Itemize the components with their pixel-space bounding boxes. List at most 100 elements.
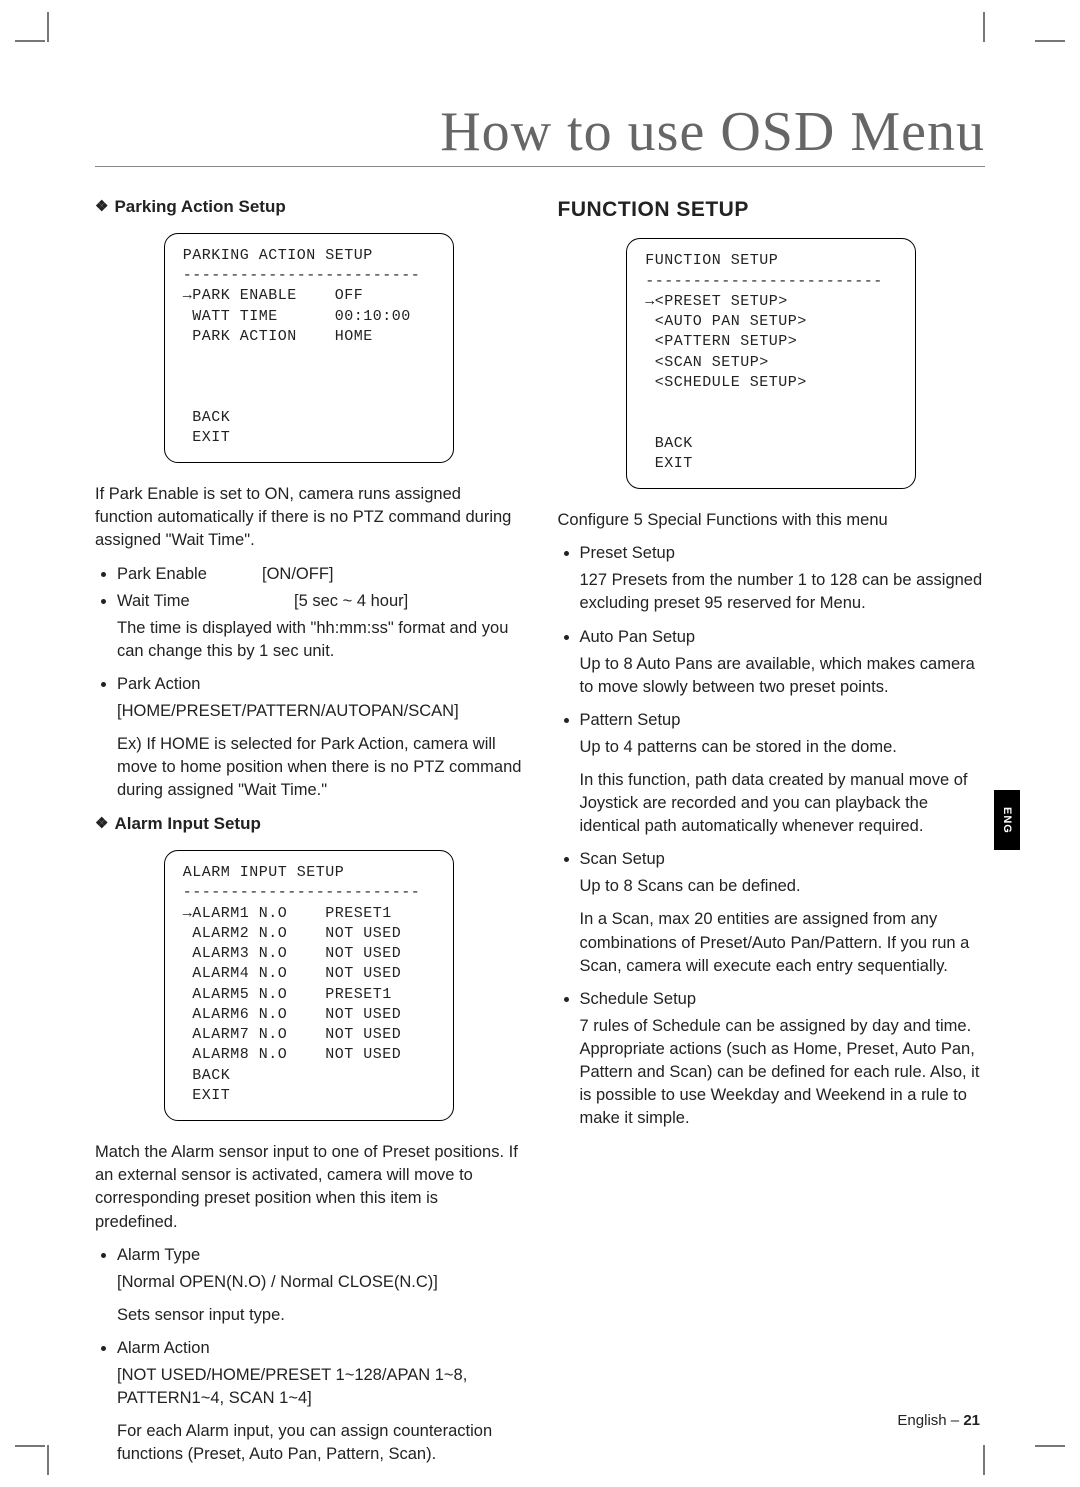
scan-desc-1: Up to 8 Scans can be defined. bbox=[580, 875, 986, 898]
alarm-para: Match the Alarm sensor input to one of P… bbox=[95, 1141, 523, 1233]
osd-value: PRESET1 bbox=[325, 905, 392, 922]
item-label: Alarm Action bbox=[117, 1339, 210, 1357]
list-item: Schedule Setup bbox=[580, 988, 986, 1011]
osd-row: <SCHEDULE SETUP> bbox=[645, 374, 807, 391]
heading-text: Parking Action Setup bbox=[114, 197, 285, 216]
osd-row: <AUTO PAN SETUP> bbox=[645, 313, 807, 330]
osd-value: OFF bbox=[335, 287, 364, 304]
item-value: [5 sec ~ 4 hour] bbox=[262, 590, 523, 613]
parking-osd-box: PARKING ACTION SETUP -------------------… bbox=[164, 233, 454, 464]
function-list: Scan Setup bbox=[558, 848, 986, 871]
content-columns: ❖ Parking Action Setup PARKING ACTION SET… bbox=[95, 195, 985, 1476]
osd-row: →PARK ENABLE OFF bbox=[183, 287, 364, 304]
osd-exit: EXIT bbox=[183, 429, 231, 446]
osd-row: →<PRESET SETUP> bbox=[645, 293, 788, 310]
alarm-action-desc: For each Alarm input, you can assign cou… bbox=[117, 1420, 523, 1466]
item-label: Schedule Setup bbox=[580, 990, 697, 1008]
scan-desc-2: In a Scan, max 20 entities are assigned … bbox=[580, 908, 986, 977]
osd-row: ALARM8 N.O NOT USED bbox=[183, 1046, 402, 1063]
osd-value: NOT USED bbox=[325, 1046, 401, 1063]
pattern-desc-1: Up to 4 patterns can be stored in the do… bbox=[580, 736, 986, 759]
alarm-type-desc: Sets sensor input type. bbox=[117, 1304, 523, 1327]
function-list: Schedule Setup bbox=[558, 988, 986, 1011]
list-item: Park Action bbox=[117, 673, 523, 696]
osd-value: NOT USED bbox=[325, 965, 401, 982]
crop-mark bbox=[47, 12, 49, 42]
osd-row: ALARM4 N.O NOT USED bbox=[183, 965, 402, 982]
preset-desc: 127 Presets from the number 1 to 128 can… bbox=[580, 569, 986, 615]
function-list: Preset Setup bbox=[558, 542, 986, 565]
park-action-opts: [HOME/PRESET/PATTERN/AUTOPAN/SCAN] bbox=[117, 700, 523, 723]
footer-page-number: 21 bbox=[963, 1412, 980, 1429]
page-title: How to use OSD Menu bbox=[95, 100, 985, 164]
osd-label: →PARK ENABLE bbox=[183, 287, 297, 304]
list-item: Preset Setup bbox=[580, 542, 986, 565]
osd-row: →ALARM1 N.O PRESET1 bbox=[183, 905, 392, 922]
osd-row: ALARM7 N.O NOT USED bbox=[183, 1026, 402, 1043]
osd-value: NOT USED bbox=[325, 945, 401, 962]
osd-label: →ALARM1 N.O bbox=[183, 905, 288, 922]
alarm-action-opts: [NOT USED/HOME/PRESET 1~128/APAN 1~8, PA… bbox=[117, 1364, 523, 1410]
list-item: Scan Setup bbox=[580, 848, 986, 871]
osd-row: <SCAN SETUP> bbox=[645, 354, 769, 371]
pattern-desc-2: In this function, path data created by m… bbox=[580, 769, 986, 838]
osd-exit: EXIT bbox=[645, 455, 693, 472]
osd-label: ALARM3 N.O bbox=[183, 945, 288, 962]
function-osd-box: FUNCTION SETUP -------------------------… bbox=[626, 238, 916, 489]
osd-label: WATT TIME bbox=[183, 308, 278, 325]
list-item: Park Enable [ON/OFF] bbox=[117, 563, 523, 586]
osd-label: ALARM6 N.O bbox=[183, 1006, 288, 1023]
function-list: Auto Pan Setup bbox=[558, 626, 986, 649]
parking-list-2: Park Action bbox=[95, 673, 523, 696]
alarm-list: Alarm Type bbox=[95, 1244, 523, 1267]
parking-para: If Park Enable is set to ON, camera runs… bbox=[95, 483, 523, 552]
item-label: Park Enable bbox=[117, 563, 262, 586]
page-footer: English – 21 bbox=[897, 1412, 980, 1429]
language-tab: ENG bbox=[994, 790, 1020, 850]
parking-list: Park Enable [ON/OFF] Wait Time [5 sec ~ … bbox=[95, 563, 523, 613]
page-title-wrap: How to use OSD Menu bbox=[95, 100, 985, 167]
alarm-list-2: Alarm Action bbox=[95, 1337, 523, 1360]
alarm-heading: ❖Alarm Input Setup bbox=[95, 812, 523, 836]
osd-row: ALARM3 N.O NOT USED bbox=[183, 945, 402, 962]
osd-back: BACK bbox=[183, 1067, 231, 1084]
list-item: Auto Pan Setup bbox=[580, 626, 986, 649]
crop-mark bbox=[983, 12, 985, 42]
manual-page: How to use OSD Menu ❖ Parking Action Setu… bbox=[0, 0, 1080, 1487]
osd-back: BACK bbox=[183, 409, 231, 426]
item-label: Wait Time bbox=[117, 590, 262, 613]
crop-mark bbox=[15, 1445, 45, 1447]
osd-row: PARK ACTION HOME bbox=[183, 328, 373, 345]
diamond-icon: ❖ bbox=[95, 813, 108, 834]
item-label: Scan Setup bbox=[580, 850, 665, 868]
osd-row: ALARM2 N.O NOT USED bbox=[183, 925, 402, 942]
osd-value: NOT USED bbox=[325, 925, 401, 942]
osd-value: PRESET1 bbox=[325, 986, 392, 1003]
schedule-desc: 7 rules of Schedule can be assigned by d… bbox=[580, 1015, 986, 1130]
osd-row: WATT TIME 00:10:00 bbox=[183, 308, 411, 325]
autopan-desc: Up to 8 Auto Pans are available, which m… bbox=[580, 653, 986, 699]
alarm-type-opts: [Normal OPEN(N.O) / Normal CLOSE(N.C)] bbox=[117, 1271, 523, 1294]
right-column: FUNCTION SETUP FUNCTION SETUP ----------… bbox=[558, 195, 986, 1476]
osd-exit: EXIT bbox=[183, 1087, 231, 1104]
osd-label: ALARM2 N.O bbox=[183, 925, 288, 942]
crop-mark bbox=[15, 40, 45, 42]
osd-value: NOT USED bbox=[325, 1026, 401, 1043]
osd-label: ALARM8 N.O bbox=[183, 1046, 288, 1063]
crop-mark bbox=[983, 1445, 985, 1475]
parking-heading: ❖ Parking Action Setup bbox=[95, 195, 523, 219]
diamond-icon: ❖ bbox=[95, 196, 108, 217]
osd-sep: ------------------------- bbox=[183, 884, 421, 901]
osd-title: FUNCTION SETUP bbox=[645, 252, 778, 269]
osd-title: ALARM INPUT SETUP bbox=[183, 864, 345, 881]
item-label: Park Action bbox=[117, 675, 200, 693]
crop-mark bbox=[47, 1445, 49, 1475]
osd-row: ALARM5 N.O PRESET1 bbox=[183, 986, 392, 1003]
list-item: Alarm Type bbox=[117, 1244, 523, 1267]
osd-label: ALARM7 N.O bbox=[183, 1026, 288, 1043]
footer-lang: English – bbox=[897, 1412, 959, 1429]
function-para: Configure 5 Special Functions with this … bbox=[558, 509, 986, 532]
osd-back: BACK bbox=[645, 435, 693, 452]
item-label: Alarm Type bbox=[117, 1246, 200, 1264]
item-label: Pattern Setup bbox=[580, 711, 681, 729]
